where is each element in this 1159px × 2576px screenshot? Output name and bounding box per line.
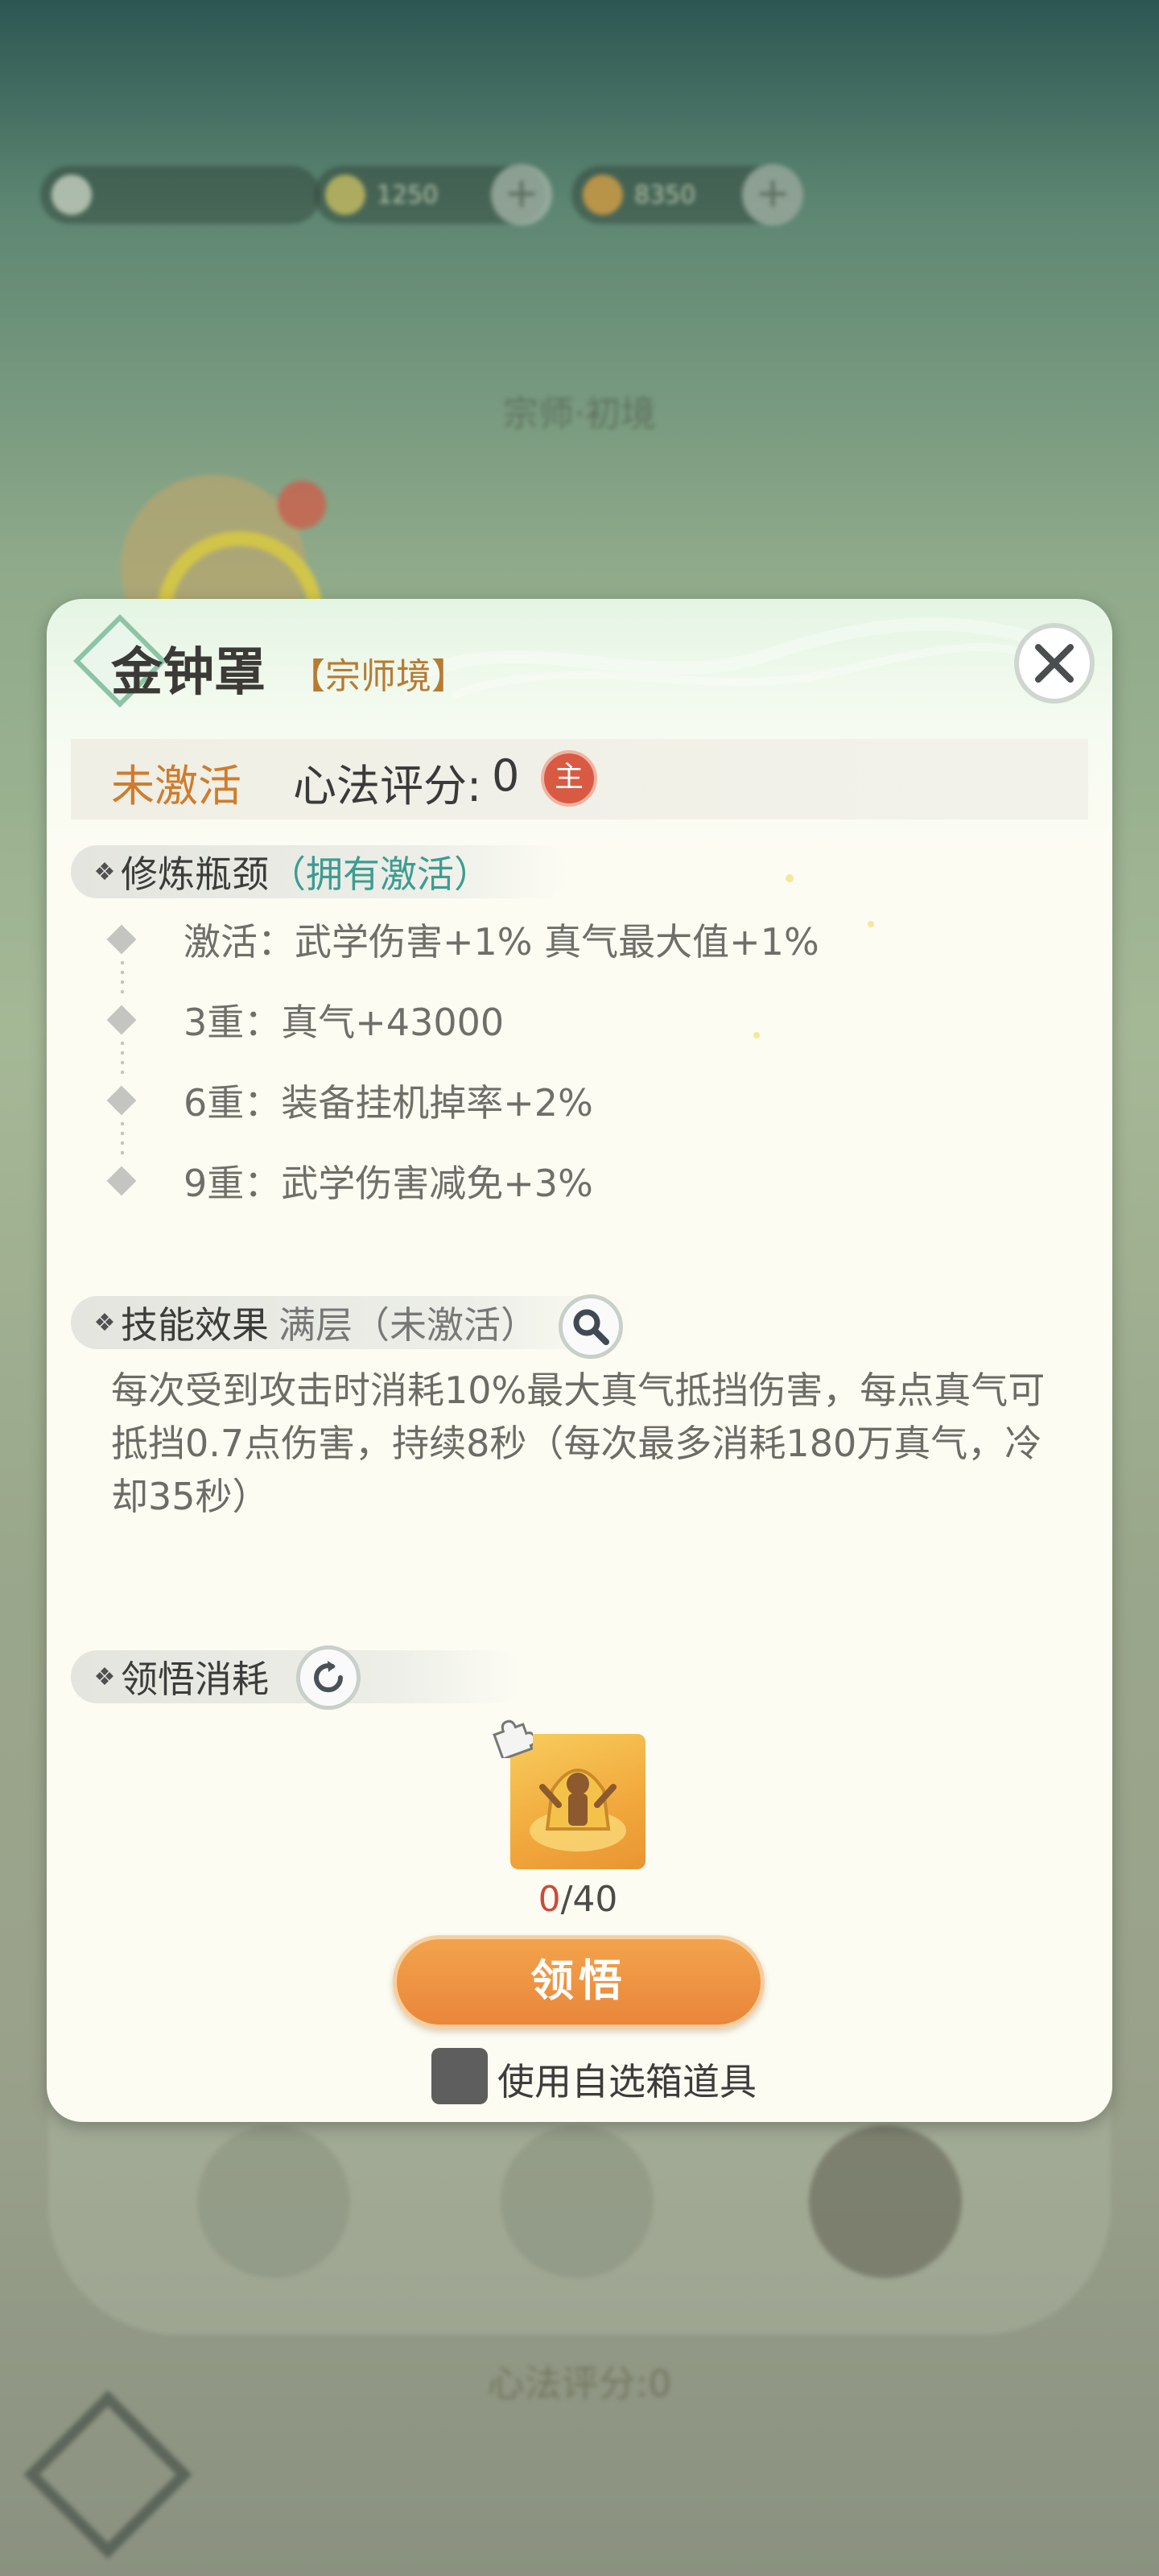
background-skill-slot — [809, 2125, 962, 2278]
list-item: 激活：武学伤害+1% 真气最大值+1% — [106, 913, 996, 995]
view-details-button[interactable] — [559, 1294, 623, 1359]
connector-dots — [121, 958, 124, 995]
add-currency-2-button: + — [742, 164, 803, 225]
effect-section-header: ❖ 技能效果 满层（未激活） — [71, 1296, 634, 1349]
score-value: 0 — [492, 750, 520, 801]
material-count: 0/40 — [530, 1879, 626, 1920]
section-marker-icon: ❖ — [93, 1662, 116, 1691]
main-skill-badge: 主 — [541, 750, 597, 807]
refresh-icon — [314, 1661, 344, 1693]
currency-2-value: 8350 — [634, 180, 696, 209]
background-nav-icon — [23, 2390, 192, 2559]
list-item: 3重：真气+43000 — [106, 993, 996, 1075]
add-currency-1-button: + — [491, 164, 552, 225]
skill-rank: 【宗师境】 — [290, 656, 467, 697]
score-label: 心法评分: — [293, 761, 482, 811]
material-required: /40 — [560, 1879, 618, 1920]
connector-dots — [121, 1119, 124, 1156]
close-icon — [1035, 644, 1074, 683]
effect-level: 满层（未激活） — [278, 1303, 538, 1347]
connector-dots — [121, 1038, 124, 1075]
bottleneck-section-header: ❖ 修炼瓶颈 （拥有激活） — [71, 845, 570, 898]
section-marker-icon: ❖ — [93, 857, 116, 886]
sparkle-decoration — [868, 921, 874, 927]
bottleneck-hint: （拥有激活） — [269, 852, 491, 896]
decorative-cloud-pattern — [404, 617, 1064, 700]
section-marker-icon: ❖ — [93, 1308, 116, 1337]
coin-currency-icon — [583, 175, 623, 215]
background-page-title: 宗师·初境 — [503, 394, 656, 435]
skill-detail-dialog: 金钟罩 【宗师境】 未激活 心法评分: 0 主 ❖ 修炼瓶颈 （拥有激活） 激活… — [47, 599, 1112, 2122]
bottleneck-item-text: 激活：武学伤害+1% 真气最大值+1% — [184, 920, 819, 964]
status-bar: 未激活 心法评分: 0 主 — [71, 739, 1088, 819]
background-skill-score: 心法评分:0 — [487, 2362, 672, 2405]
player-info-pill — [40, 166, 320, 224]
bottleneck-item-text: 9重：武学伤害减免+3% — [184, 1162, 593, 1205]
sparkle-decoration — [786, 874, 794, 882]
close-button[interactable] — [1014, 623, 1095, 704]
effect-description: 每次受到攻击时消耗10%最大真气抵挡伤害，每点真气可抵挡0.7点伤害，持续8秒（… — [111, 1368, 1046, 1518]
bottleneck-item-text: 6重：装备挂机掉率+2% — [184, 1081, 593, 1125]
background-notification-badge — [278, 481, 326, 529]
background-skill-slot — [501, 2125, 654, 2278]
material-owned: 0 — [538, 1879, 561, 1920]
player-avatar — [52, 175, 92, 215]
leaf-currency-icon — [325, 175, 365, 215]
learn-button[interactable]: 领悟 — [393, 1935, 765, 2029]
sparkle-decoration — [753, 1032, 760, 1038]
effect-label: 技能效果 — [121, 1303, 269, 1347]
refresh-cost-button[interactable] — [296, 1645, 361, 1710]
skill-title: 金钟罩 — [111, 643, 266, 703]
cost-label: 领悟消耗 — [121, 1657, 269, 1701]
list-item: 6重：装备挂机掉率+2% — [106, 1074, 996, 1156]
bullet-diamond-icon — [106, 924, 137, 955]
bottleneck-item-text: 3重：真气+43000 — [184, 1001, 505, 1044]
bullet-diamond-icon — [106, 1005, 137, 1035]
use-selection-box-checkbox[interactable] — [431, 2048, 488, 2104]
search-icon — [573, 1309, 609, 1345]
checkbox-label: 使用自选箱道具 — [497, 2060, 757, 2103]
bullet-diamond-icon — [106, 1085, 137, 1116]
puzzle-piece-icon — [493, 1719, 533, 1758]
bullet-diamond-icon — [106, 1166, 137, 1196]
background-skill-slot — [197, 2125, 350, 2278]
currency-1-value: 1250 — [377, 180, 439, 209]
bottleneck-label: 修炼瓶颈 — [121, 852, 269, 896]
activation-status: 未激活 — [111, 761, 241, 811]
list-item: 9重：武学伤害减免+3% — [106, 1154, 996, 1205]
